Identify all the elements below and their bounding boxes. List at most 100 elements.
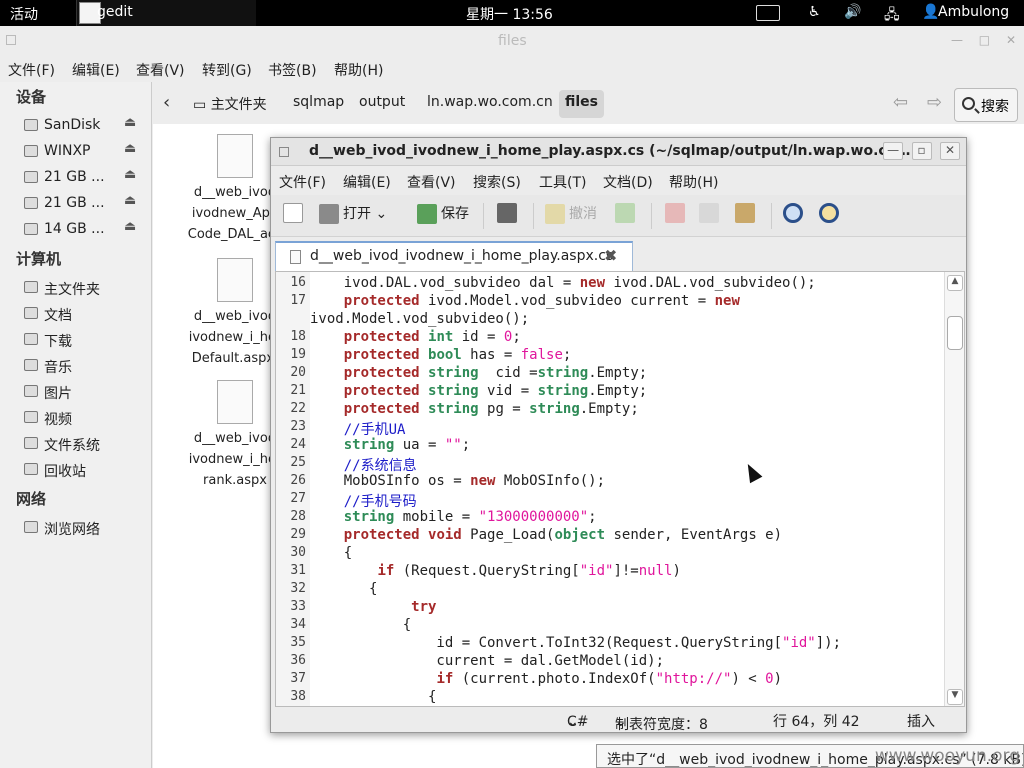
code-line: //系统信息 — [310, 458, 417, 474]
fm-menu-bookmarks[interactable]: 书签(B) — [268, 60, 317, 80]
network-icon[interactable]: 🖧 — [884, 4, 900, 28]
fm-menu-go[interactable]: 转到(G) — [202, 60, 252, 80]
line-number: 35 — [290, 635, 306, 650]
accessibility-icon[interactable]: ♿ — [808, 4, 821, 20]
line-number: 16 — [290, 275, 306, 290]
tab-close-icon[interactable]: ✖ — [604, 246, 617, 265]
breadcrumb-sqlmap[interactable]: sqlmap — [287, 90, 350, 118]
drive-icon — [24, 223, 38, 235]
code-line: { — [310, 545, 353, 561]
copy-button[interactable] — [699, 203, 723, 229]
maximize-icon[interactable]: □ — [979, 33, 990, 47]
line-number: 19 — [290, 347, 306, 362]
eject-icon[interactable]: ⏏ — [124, 141, 136, 156]
cut-button[interactable] — [665, 203, 689, 229]
sidebar-item-label: 14 GB ... — [44, 221, 105, 237]
vertical-scrollbar[interactable]: ▲ ▼ — [944, 272, 964, 706]
forward-icon[interactable]: ⇨ — [927, 92, 942, 113]
menu-search[interactable]: 搜索(S) — [473, 172, 521, 192]
fm-menu-view[interactable]: 查看(V) — [136, 60, 185, 80]
sidebar-item-home[interactable]: 主文件夹 — [24, 276, 144, 300]
path-left-arrow-icon[interactable]: ‹ — [163, 92, 170, 113]
folder-icon — [24, 333, 38, 345]
fm-menu-edit[interactable]: 编辑(E) — [72, 60, 120, 80]
breadcrumb-files[interactable]: files — [559, 90, 605, 118]
code-line: //手机号码 — [310, 494, 417, 510]
eject-icon[interactable]: ⏏ — [124, 219, 136, 234]
sidebar-item-videos[interactable]: 视频 — [24, 406, 144, 430]
code-line: protected string vid = string.Empty; — [343, 383, 648, 399]
minimize-icon[interactable]: — — [951, 33, 963, 47]
back-icon[interactable]: ⇦ — [893, 92, 908, 113]
trash-icon — [24, 463, 38, 475]
new-document-button[interactable] — [283, 203, 307, 229]
user-icon[interactable]: 👤 — [922, 4, 939, 20]
volume-icon[interactable]: 🔊 — [844, 4, 861, 20]
print-button[interactable] — [497, 203, 521, 229]
clock[interactable]: 星期一 13:56 — [466, 4, 553, 24]
sidebar-item-device[interactable]: 21 GB ... ⏏ — [24, 166, 144, 190]
menu-view[interactable]: 查看(V) — [407, 172, 456, 192]
scroll-down-icon[interactable]: ▼ — [947, 689, 963, 705]
eject-icon[interactable]: ⏏ — [124, 193, 136, 208]
line-number-gutter: 16 17 18 19 20 21 22 23 24 25 26 27 28 29 30 31 32 33 34 35… — [276, 272, 310, 706]
breadcrumb-host[interactable]: ln.wap.wo.com.cn — [421, 90, 559, 118]
window-menu-icon[interactable] — [6, 35, 16, 45]
menu-help[interactable]: 帮助(H) — [669, 172, 718, 192]
code-line: MobOSInfo os = new MobOSInfo(); — [310, 473, 606, 489]
editor-area[interactable]: 16 17 18 19 20 21 22 23 24 25 26 27 28 29 30 31 32 33 34 35… — [275, 271, 965, 707]
sidebar-item-device[interactable]: SanDisk ⏏ — [24, 114, 144, 138]
minimize-icon[interactable]: — — [883, 142, 904, 160]
sidebar-item-documents[interactable]: 文档 — [24, 302, 144, 326]
sidebar-item-device[interactable]: WINXP ⏏ — [24, 140, 144, 164]
fm-menubar: 文件(F) 编辑(E) 查看(V) 转到(G) 书签(B) 帮助(H) — [0, 56, 1024, 84]
close-icon[interactable]: ✕ — [1006, 33, 1016, 47]
toolbar-separator — [483, 203, 484, 229]
menu-tools[interactable]: 工具(T) — [539, 172, 586, 192]
keyboard-icon[interactable] — [756, 5, 780, 21]
network-icon — [24, 521, 38, 533]
find-replace-button[interactable] — [819, 203, 843, 229]
document-tab[interactable]: d__web_ivod_ivodnew_i_home_play.aspx.cs … — [275, 241, 633, 271]
sidebar-item-device[interactable]: 14 GB ... ⏏ — [24, 218, 144, 242]
undo-button[interactable]: 撤消 — [545, 203, 597, 229]
sidebar-item-pictures[interactable]: 图片 — [24, 380, 144, 404]
sidebar-item-device[interactable]: 21 GB ... ⏏ — [24, 192, 144, 216]
fm-menu-file[interactable]: 文件(F) — [8, 60, 55, 80]
eject-icon[interactable]: ⏏ — [124, 115, 136, 130]
search-button[interactable]: 搜索 — [954, 88, 1018, 122]
close-icon[interactable]: ✕ — [940, 142, 960, 160]
paste-button[interactable] — [735, 203, 759, 229]
path-bar: ‹ ▭ 主文件夹 sqlmap output ln.wap.wo.com.cn … — [153, 82, 1024, 124]
fm-menu-help[interactable]: 帮助(H) — [334, 60, 383, 80]
sidebar-item-label: 图片 — [44, 386, 72, 402]
breadcrumb-output[interactable]: output — [353, 90, 411, 118]
app-menu[interactable]: gedit — [76, 0, 256, 26]
sidebar-item-music[interactable]: 音乐 — [24, 354, 144, 378]
user-menu[interactable]: Ambulong — [938, 4, 1009, 20]
sidebar-item-trash[interactable]: 回收站 — [24, 458, 144, 482]
sidebar-item-downloads[interactable]: 下载 — [24, 328, 144, 352]
menu-edit[interactable]: 编辑(E) — [343, 172, 391, 192]
menu-file[interactable]: 文件(F) — [279, 172, 326, 192]
window-menu-icon[interactable] — [279, 147, 289, 157]
sidebar-item-filesystem[interactable]: 文件系统 — [24, 432, 144, 456]
save-button[interactable]: 保存 — [417, 203, 469, 229]
code-view[interactable]: ivod.DAL.vod_subvideo dal = new ivod.DAL… — [310, 272, 944, 706]
line-number: 28 — [290, 509, 306, 524]
folder-icon — [24, 359, 38, 371]
menu-documents[interactable]: 文档(D) — [603, 172, 653, 192]
maximize-icon[interactable]: ▫ — [911, 142, 932, 160]
breadcrumb-home[interactable]: ▭ 主文件夹 — [187, 90, 273, 118]
sidebar-item-browse-network[interactable]: 浏览网络 — [24, 516, 144, 540]
scroll-up-icon[interactable]: ▲ — [947, 275, 963, 291]
eject-icon[interactable]: ⏏ — [124, 167, 136, 182]
status-bar: C# ⌄ 制表符宽度：8 ⌄ 行 64，列 42 插入 — [271, 708, 966, 733]
home-folder-icon: ▭ — [193, 97, 207, 113]
open-button[interactable]: 打开 ⌄ — [319, 203, 387, 229]
find-button[interactable] — [783, 203, 807, 229]
scrollbar-thumb[interactable] — [947, 316, 963, 350]
activities-button[interactable]: 活动 — [10, 4, 38, 24]
tab-width-label: 制表符宽度：8 — [615, 717, 708, 733]
redo-button[interactable] — [615, 203, 639, 229]
